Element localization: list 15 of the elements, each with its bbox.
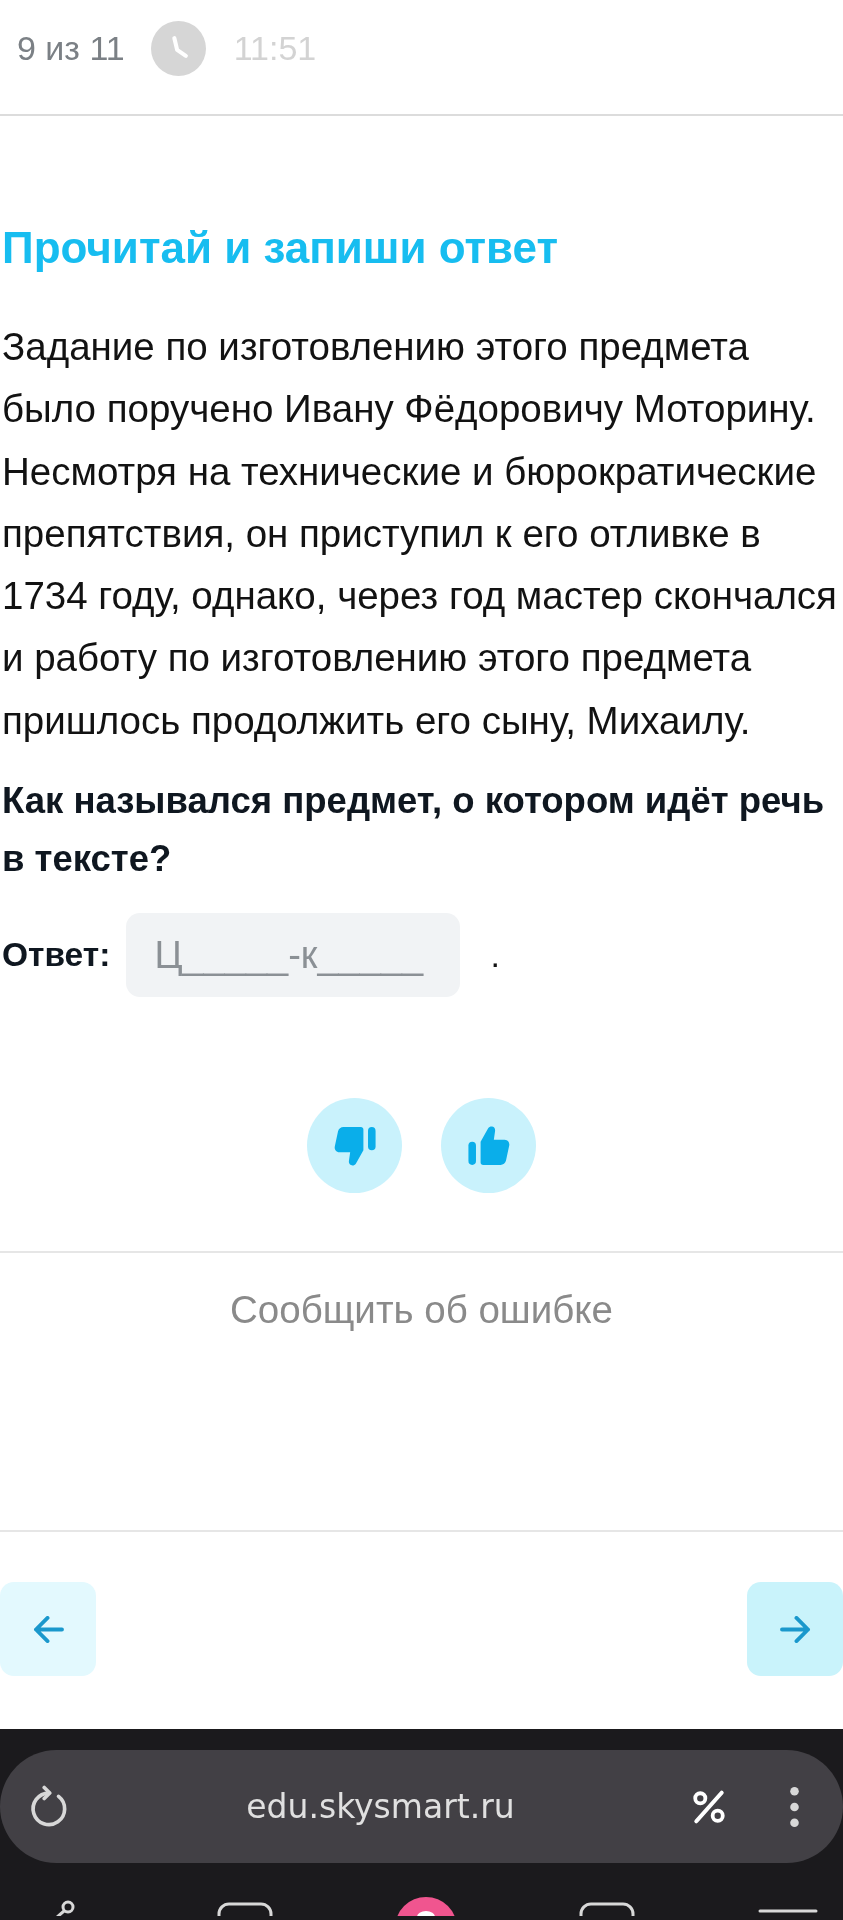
thumbs-up-icon: [467, 1124, 510, 1167]
clock-icon: [150, 20, 206, 76]
arrow-right-icon: [779, 1615, 811, 1643]
task-title: Прочитай и запиши ответ: [2, 222, 559, 274]
answer-period: .: [490, 935, 500, 975]
url-text: edu.skysmart.ru: [246, 1787, 515, 1827]
answer-field[interactable]: Ц_____-к_____: [126, 913, 461, 998]
progress-counter: 9 из 11: [17, 28, 125, 68]
more-options-icon[interactable]: [790, 1786, 799, 1827]
address-bar[interactable]: edu.skysmart.ru: [0, 1750, 843, 1864]
task-text: Задание по изготовлению этого предмета было поручено Ивану Фёдоровичу Моторину. Несмотря на технические и бюрократические препятствия, он приступил к его отливке в 1734 году, однако, через год мастер скончался и работу по изготовлению этого предмета пришлось продолжить его сыну, Михаилу.: [2, 324, 838, 744]
answer-label: Ответ:: [2, 936, 111, 975]
arrow-left-icon: [32, 1615, 64, 1643]
question-text: Как назывался предмет, о котором идёт речь в тексте?: [2, 779, 826, 882]
thumbs-down-icon: [333, 1124, 376, 1167]
